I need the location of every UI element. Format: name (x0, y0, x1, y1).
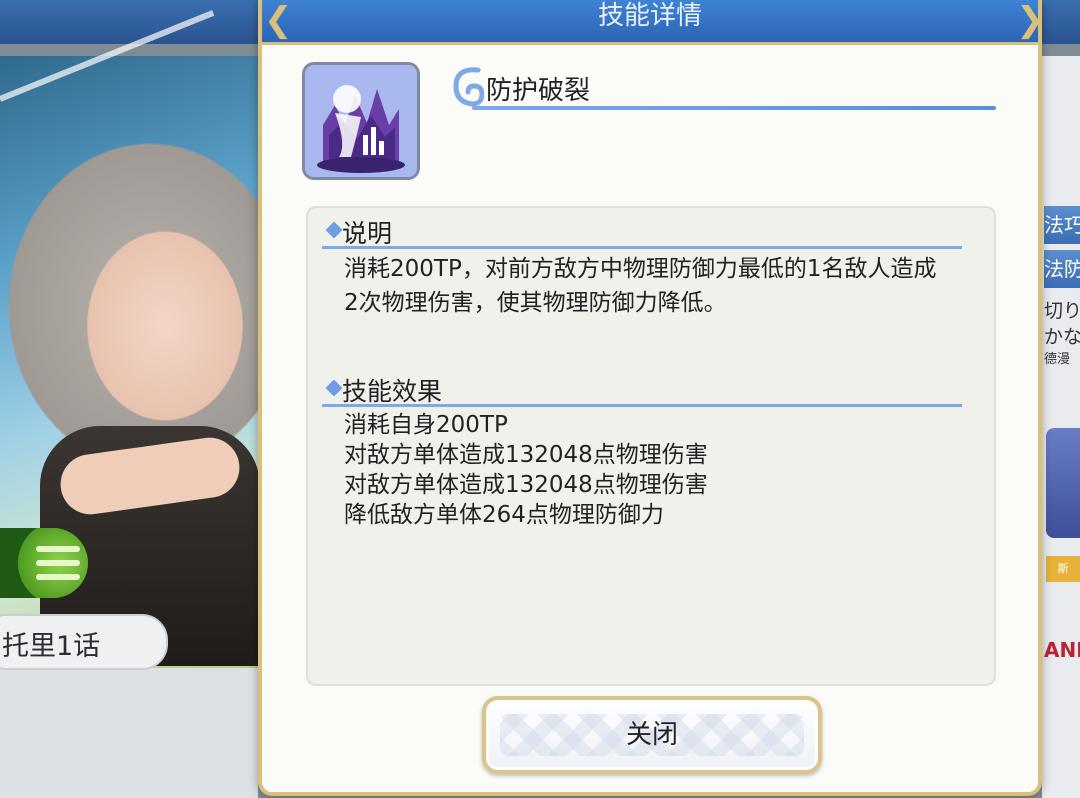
wind-element-icon[interactable] (0, 528, 88, 598)
dialog-title: 技能详情 (597, 1, 702, 31)
right-tab-1[interactable]: 法巧 (1044, 206, 1080, 244)
skill-detail-dialog: 技能详情 ❮ ❯ 防护破裂 说明 消耗200TP，对前方敌方中物理防御力最低的1… (258, 0, 1045, 796)
wind-stripe (36, 546, 80, 552)
right-text-2: かな (1044, 326, 1080, 348)
description-header: 说明 (342, 219, 393, 248)
swirl-ornament-icon (453, 67, 484, 107)
close-button-label: 关闭 (625, 720, 678, 750)
effect-line: 对敌方单体造成132048点物理伤害 (344, 472, 708, 498)
effect-line: 消耗自身200TP (344, 412, 508, 438)
right-badge: 斯 (1046, 556, 1080, 582)
effect-line: 对敌方单体造成132048点物理伤害 (344, 442, 708, 468)
skill-name-underline (472, 106, 996, 110)
corner-ornament-icon: ❮ (264, 0, 293, 40)
effect-line: 降低敌方单体264点物理防御力 (344, 502, 664, 528)
wind-stripe (36, 560, 80, 566)
broken-shield-icon (302, 62, 420, 180)
right-text-3: 德漫 (1044, 352, 1071, 367)
right-text-1: 切り (1044, 300, 1080, 322)
diamond-bullet-icon (325, 379, 343, 397)
background-right-panel (1042, 56, 1080, 798)
unit-thumbnail-icon[interactable] (1046, 428, 1080, 538)
rank-label: ANK (1044, 638, 1080, 662)
effects-header: 技能效果 (342, 377, 443, 406)
story-button-label: 托里1话 (2, 631, 101, 662)
skill-name: 防护破裂 (486, 76, 591, 106)
corner-ornament-icon: ❯ (1016, 0, 1045, 40)
description-text: 消耗200TP，对前方敌方中物理防御力最低的1名敌人造成2次物理伤害，使其物理防… (344, 256, 937, 316)
skill-info-panel: 说明 消耗200TP，对前方敌方中物理防御力最低的1名敌人造成2次物理伤害，使其… (306, 206, 996, 686)
background-bottom-panel (0, 668, 258, 798)
wind-stripe (36, 574, 80, 580)
description-divider (322, 246, 962, 249)
diamond-bullet-icon (325, 221, 343, 239)
effects-divider (322, 404, 962, 407)
close-button[interactable]: 关闭 (482, 696, 822, 774)
right-tab-2[interactable]: 法防 (1044, 250, 1080, 288)
dialog-header: 技能详情 (262, 0, 1038, 45)
